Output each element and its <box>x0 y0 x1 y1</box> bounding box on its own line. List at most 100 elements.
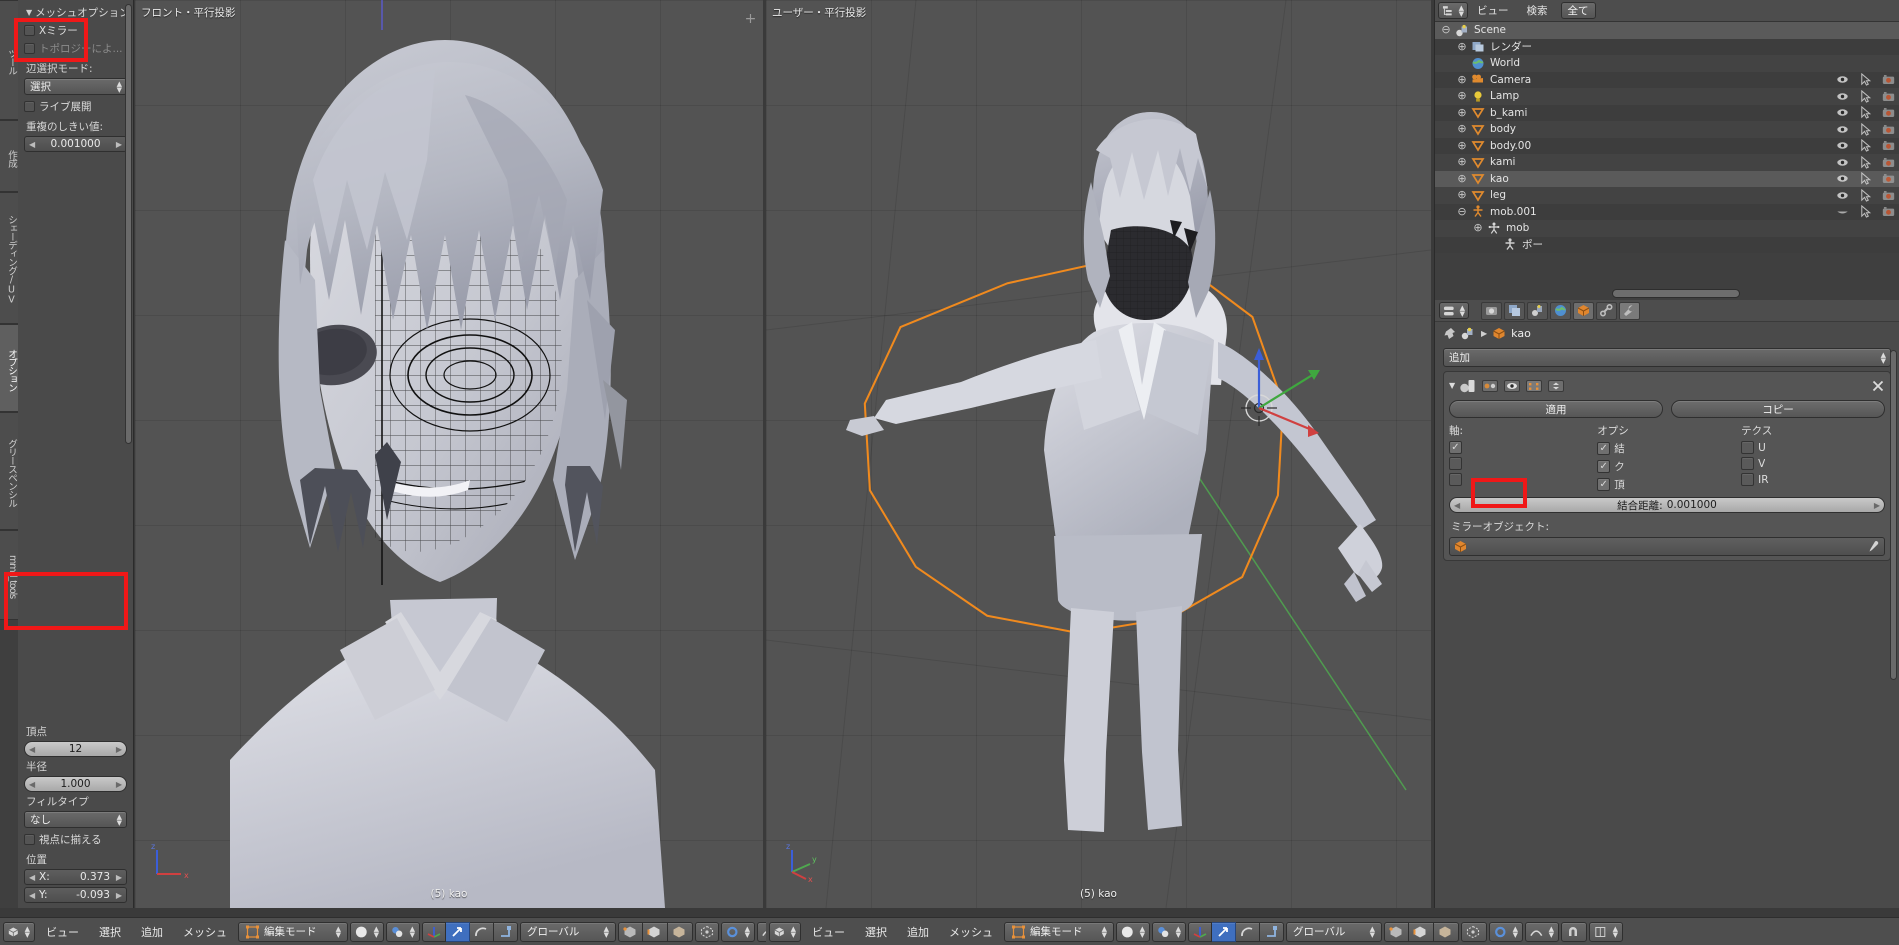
sidebar-tab-mmd-tools[interactable]: mmd_tools <box>0 530 18 620</box>
manipulator-toggle-left[interactable] <box>422 921 446 942</box>
render-toggle-icon[interactable] <box>1482 379 1499 393</box>
outliner-row-toggles[interactable] <box>1836 172 1895 186</box>
decrement-arrow-icon[interactable]: ◀ <box>29 745 35 754</box>
option-vertex-group-checkbox[interactable]: ✓ <box>1597 478 1611 491</box>
menu-add-right[interactable]: 追加 <box>898 922 938 942</box>
decrement-arrow-icon[interactable]: ◀ <box>29 873 35 882</box>
editor-type-dropdown-right[interactable]: ▲ ▼ <box>769 921 801 942</box>
outliner-row-b-kami[interactable]: ⊕ b_kami <box>1435 104 1899 121</box>
axis-z-row[interactable] <box>1449 473 1597 486</box>
pivot-point-dropdown-left[interactable]: ▲ ▼ <box>386 921 420 942</box>
tab-render-layers-properties[interactable] <box>1504 301 1525 320</box>
on-cage-display-icon[interactable] <box>1548 379 1565 393</box>
snap-magnet-right[interactable] <box>1561 921 1587 942</box>
decrement-arrow-icon[interactable]: ◀ <box>29 780 35 789</box>
tab-render-properties[interactable] <box>1481 301 1502 320</box>
texture-ir-checkbox[interactable] <box>1741 473 1755 486</box>
outliner-row-toggles[interactable] <box>1836 122 1895 136</box>
outliner-row-toggles[interactable] <box>1836 205 1895 219</box>
merge-limit-field[interactable]: ◀ 結合距離: 0.001000 ▶ <box>1449 497 1885 513</box>
increment-arrow-icon[interactable]: ▶ <box>116 891 122 900</box>
outliner-row-leg[interactable]: ⊕ leg <box>1435 187 1899 204</box>
expand-toggle-icon[interactable]: ⊕ <box>1457 90 1467 101</box>
texture-u-checkbox[interactable] <box>1741 441 1755 454</box>
edge-select-mode-left[interactable] <box>643 921 668 942</box>
menu-select-left[interactable]: 選択 <box>90 922 130 942</box>
increment-arrow-icon[interactable]: ▶ <box>116 140 122 149</box>
translate-manipulator-right[interactable] <box>1212 921 1236 942</box>
option-merge-checkbox[interactable]: ✓ <box>1597 442 1611 455</box>
face-select-mode-right[interactable] <box>1434 921 1459 942</box>
manipulator-toggle-right[interactable] <box>1188 921 1212 942</box>
menu-mesh-left[interactable]: メッシュ <box>174 922 236 942</box>
location-y-field[interactable]: ◀ Y: -0.093 ▶ <box>24 887 127 903</box>
outliner-row-toggles[interactable] <box>1836 155 1895 169</box>
menu-view-right[interactable]: ビュー <box>803 922 854 942</box>
outliner-row-toggles[interactable] <box>1836 106 1895 120</box>
expand-toggle-icon[interactable]: ⊖ <box>1441 24 1451 35</box>
vertex-select-mode-right[interactable] <box>1384 921 1409 942</box>
menu-view-left[interactable]: ビュー <box>37 922 88 942</box>
tab-scene-properties[interactable] <box>1527 301 1548 320</box>
texture-u-row[interactable]: U <box>1741 441 1885 454</box>
proportional-editing-dropdown-left[interactable]: ▲ ▼ <box>721 921 755 942</box>
outliner-row-kami[interactable]: ⊕ kami <box>1435 154 1899 171</box>
vertices-field[interactable]: ◀ 12 ▶ <box>24 741 127 757</box>
axis-z-checkbox[interactable] <box>1449 473 1462 486</box>
vertex-select-mode-left[interactable] <box>618 921 643 942</box>
outliner-horizontal-scrollbar[interactable] <box>1439 289 1895 299</box>
viewport-front-ortho[interactable]: フロント・平行投影 + (5) kao z x <box>135 0 763 908</box>
expand-toggle-icon[interactable]: ⊕ <box>1457 41 1467 52</box>
outliner-display-mode-dropdown[interactable]: ▲ ▼ <box>1438 2 1468 19</box>
expand-toggle-icon[interactable]: ⊕ <box>1457 140 1467 151</box>
tab-object-properties[interactable] <box>1573 301 1594 320</box>
edit-mode-display-icon[interactable] <box>1526 379 1543 393</box>
rotate-manipulator-left[interactable] <box>470 921 494 942</box>
decrement-arrow-icon[interactable]: ◀ <box>1454 501 1460 510</box>
outliner-row--[interactable]: ポー <box>1435 236 1899 253</box>
sidebar-tab-tools[interactable]: ツール <box>0 0 18 120</box>
texture-ir-row[interactable]: IR <box>1741 473 1885 486</box>
increment-arrow-icon[interactable]: ▶ <box>116 780 122 789</box>
radius-field[interactable]: ◀ 1.000 ▶ <box>24 776 127 792</box>
tool-shelf-scrollbar[interactable] <box>125 4 132 708</box>
live-unwrap-row[interactable]: ライブ展開 <box>24 99 127 114</box>
menu-select-right[interactable]: 選択 <box>856 922 896 942</box>
snap-element-dropdown-right[interactable]: ▲ ▼ <box>1589 921 1623 942</box>
live-unwrap-checkbox[interactable] <box>24 101 35 112</box>
option-merge-row[interactable]: ✓ 結 <box>1597 441 1741 456</box>
outliner-row-world[interactable]: World <box>1435 55 1899 72</box>
viewport-visibility-eye-icon[interactable] <box>1504 379 1521 393</box>
decrement-arrow-icon[interactable]: ◀ <box>29 891 35 900</box>
scale-manipulator-left[interactable] <box>494 921 518 942</box>
outliner-row-body[interactable]: ⊕ body <box>1435 121 1899 138</box>
limit-selection-visible-right[interactable] <box>1461 921 1487 942</box>
expand-toggle-icon[interactable]: ⊕ <box>1457 107 1467 118</box>
location-x-field[interactable]: ◀ X: 0.373 ▶ <box>24 869 127 885</box>
sidebar-tab-create[interactable]: 作成 <box>0 120 18 192</box>
properties-editor-type-dropdown[interactable]: ▲ ▼ <box>1439 302 1469 319</box>
face-select-mode-left[interactable] <box>668 921 693 942</box>
expand-toggle-icon[interactable]: ⊕ <box>1457 173 1467 184</box>
x-mirror-checkbox[interactable] <box>24 25 35 36</box>
tab-modifier-properties[interactable] <box>1619 301 1640 320</box>
edge-select-mode-right[interactable] <box>1409 921 1434 942</box>
menu-mesh-right[interactable]: メッシュ <box>940 922 1002 942</box>
align-view-checkbox[interactable] <box>24 834 35 845</box>
outliner-row-scene[interactable]: ⊖ Scene <box>1435 22 1899 39</box>
increment-arrow-icon[interactable]: ▶ <box>116 745 122 754</box>
outliner-tree[interactable]: ⊖ Scene ⊕ レンダー World ⊕ Camera ⊕ Lamp ⊕ b_kami ⊕ body… <box>1435 22 1899 286</box>
viewport-shading-dropdown-right[interactable]: ▲ ▼ <box>1116 921 1150 942</box>
outliner-row-lamp[interactable]: ⊕ Lamp <box>1435 88 1899 105</box>
expand-toggle-icon[interactable]: ⊕ <box>1457 156 1467 167</box>
axis-y-row[interactable] <box>1449 457 1597 470</box>
decrement-arrow-icon[interactable]: ◀ <box>29 140 35 149</box>
option-clipping-row[interactable]: ✓ ク <box>1597 459 1741 474</box>
transform-orientation-dropdown-left[interactable]: グローバル ▲ ▼ <box>520 921 616 942</box>
outliner-row-camera[interactable]: ⊕ Camera <box>1435 71 1899 88</box>
rotate-manipulator-right[interactable] <box>1236 921 1260 942</box>
outliner-row-mob[interactable]: ⊕ mob <box>1435 220 1899 237</box>
proportional-falloff-dropdown-right[interactable]: ▲ ▼ <box>1525 921 1559 942</box>
expand-toggle-icon[interactable]: ⊕ <box>1457 74 1467 85</box>
properties-scrollbar[interactable] <box>1890 350 1897 904</box>
